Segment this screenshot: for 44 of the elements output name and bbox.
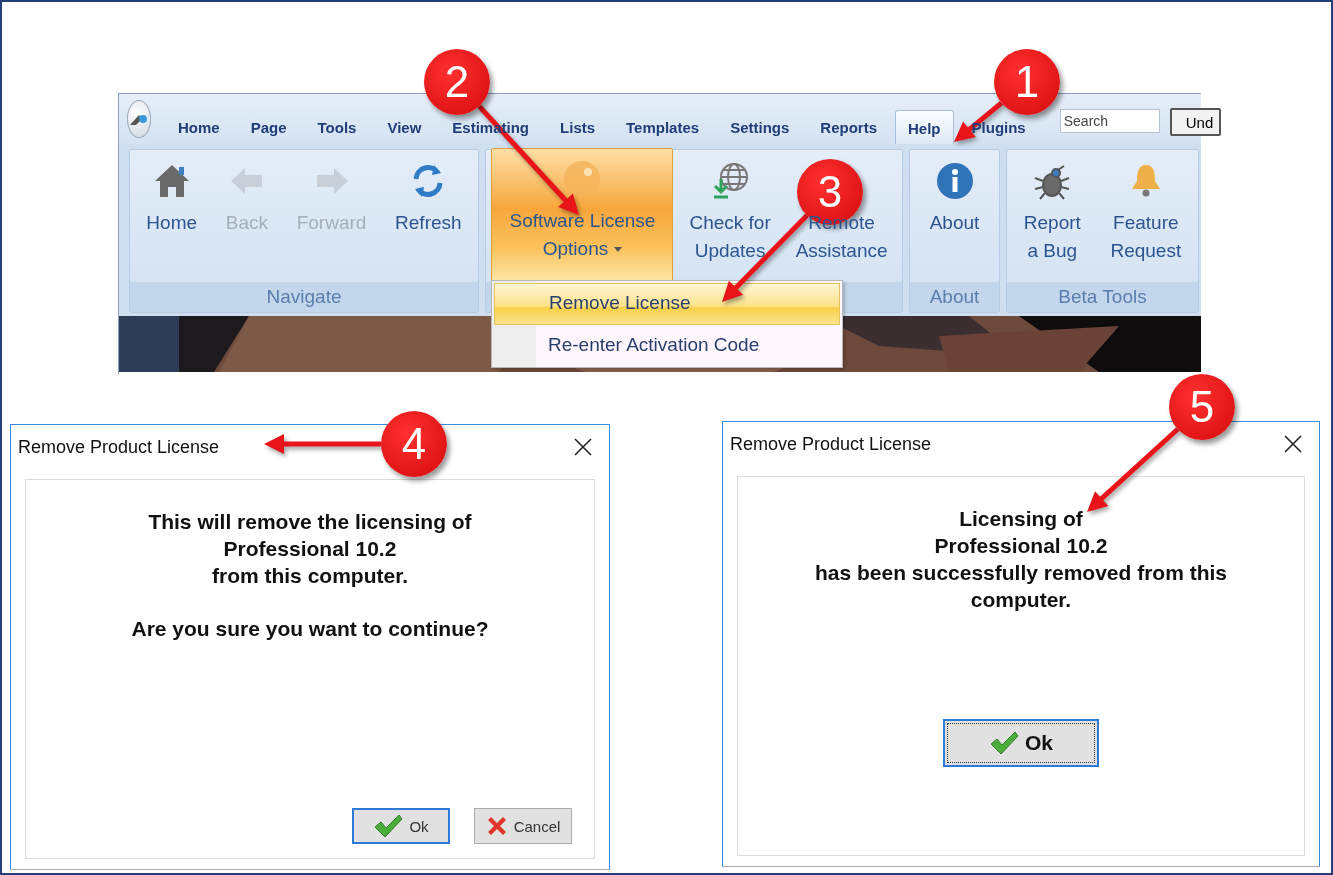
callout-badge: 4	[381, 411, 447, 477]
ribbon-tab[interactable]: View	[374, 112, 435, 144]
toolbar-button[interactable]: Und	[1169, 108, 1222, 136]
ribbon-button[interactable]: Check for Updates	[680, 150, 780, 282]
close-icon[interactable]	[573, 437, 593, 457]
ribbon-tab[interactable]: Tools	[304, 112, 370, 144]
dialog-message: Licensing of Professional 10.2 has been successfully removed from this computer.	[815, 506, 1227, 613]
group-label: About	[929, 286, 980, 308]
dialog-button[interactable]: Ok	[943, 719, 1099, 767]
dialog-title: Remove Product License	[18, 436, 220, 458]
check-icon	[989, 731, 1019, 755]
dialog-button[interactable]: Cancel	[474, 808, 572, 844]
ribbon-tab[interactable]: Templates	[613, 112, 713, 144]
group-label: Navigate	[266, 286, 342, 308]
close-icon[interactable]	[1283, 434, 1303, 454]
ribbon-tab[interactable]: Plugins	[958, 112, 1039, 144]
app-logo-icon	[128, 112, 150, 126]
callout-badge: 2	[424, 49, 490, 115]
ribbon-button[interactable]: Feature Request	[1101, 150, 1191, 282]
key-icon	[562, 159, 603, 199]
ribbon-button[interactable]: Report a Bug	[1014, 150, 1090, 282]
callout-badge: 1	[994, 49, 1060, 115]
ribbon-tab[interactable]: Lists	[547, 112, 609, 144]
menu-item[interactable]: Remove License	[494, 283, 840, 325]
ribbon-button[interactable]: About	[920, 150, 989, 282]
dialog-message: Are you sure you want to continue?	[131, 616, 489, 642]
ribbon-tab[interactable]: Help	[895, 110, 954, 144]
ribbon-button[interactable]: Refresh	[386, 150, 471, 282]
dialog-title: Remove Product License	[730, 433, 932, 455]
ribbon-tab[interactable]: Page	[237, 112, 300, 144]
app-menu-button[interactable]	[127, 100, 151, 138]
ribbon-tab[interactable]: Settings	[717, 112, 803, 144]
dialog-message: This will remove the licensing of Professional 10.2 from this computer.	[148, 509, 472, 589]
check-icon	[373, 814, 404, 838]
menu-item[interactable]: Re-enter Activation Code	[494, 325, 840, 365]
ribbon-tab[interactable]: Reports	[807, 112, 891, 144]
ribbon-button[interactable]: Software License Options	[491, 148, 674, 282]
ribbon-button[interactable]: Home	[137, 150, 207, 282]
search-field[interactable]: Search	[1059, 109, 1160, 133]
info-icon	[934, 161, 975, 201]
ribbon-tab[interactable]: Home	[165, 112, 233, 144]
group-label: Beta Tools	[1058, 286, 1147, 308]
dialog-button[interactable]: Ok	[352, 808, 450, 844]
callout-badge: 5	[1169, 374, 1235, 440]
